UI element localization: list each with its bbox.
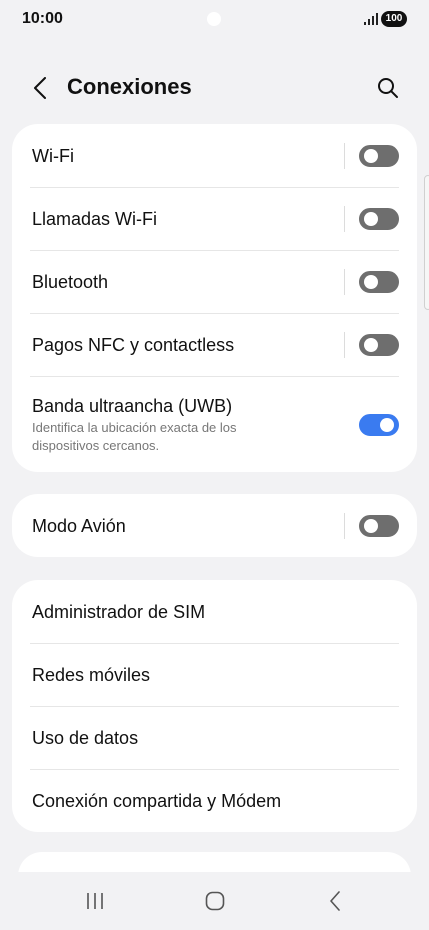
- home-button[interactable]: [195, 886, 235, 916]
- row-label: Conexión compartida y Módem: [32, 791, 282, 811]
- recents-button[interactable]: [75, 886, 115, 916]
- search-button[interactable]: [374, 74, 402, 102]
- divider: [344, 269, 345, 295]
- divider: [344, 512, 345, 539]
- nav-back-button[interactable]: [315, 886, 355, 916]
- back-button[interactable]: [26, 74, 54, 102]
- hotspot-tethering-row[interactable]: Conexión compartida y Módem: [30, 769, 399, 832]
- status-time: 10:00: [22, 10, 63, 27]
- navigation-bar: [0, 872, 429, 930]
- row-label: Pagos NFC y contactless: [32, 335, 235, 355]
- row-label: Uso de datos: [32, 728, 139, 748]
- wireless-settings-card: Wi-Fi Llamadas Wi-Fi Bluetooth Pagos NFC…: [12, 124, 417, 472]
- search-icon: [378, 78, 398, 98]
- row-label: Banda ultraancha (UWB): [32, 395, 233, 416]
- wifi-calling-row[interactable]: Llamadas Wi-Fi: [30, 187, 399, 250]
- divider: [344, 206, 345, 232]
- back-icon: [330, 891, 340, 911]
- row-label: Llamadas Wi-Fi: [32, 209, 158, 229]
- home-icon: [205, 891, 225, 911]
- status-bar: 10:00 100: [0, 0, 429, 40]
- airplane-mode-row[interactable]: Modo Avión: [30, 494, 399, 557]
- app-header: Conexiones: [0, 64, 429, 114]
- divider: [344, 332, 345, 358]
- nfc-row[interactable]: Pagos NFC y contactless: [30, 313, 399, 376]
- sim-manager-row[interactable]: Administrador de SIM: [30, 580, 399, 643]
- page-title: Conexiones: [67, 74, 192, 99]
- row-description: Identifica la ubicación exacta de los di…: [32, 419, 237, 453]
- wifi-row[interactable]: Wi-Fi: [30, 124, 399, 187]
- battery-level: 100: [381, 11, 407, 27]
- edge-panel-handle[interactable]: [424, 175, 429, 310]
- airplane-mode-card: Modo Avión: [12, 494, 417, 557]
- mobile-networks-row[interactable]: Redes móviles: [30, 643, 399, 706]
- recents-icon: [87, 893, 103, 909]
- row-label: Administrador de SIM: [32, 601, 206, 622]
- bluetooth-row[interactable]: Bluetooth: [30, 250, 399, 313]
- signal-bars-icon: [364, 13, 378, 25]
- airplane-mode-toggle[interactable]: [359, 514, 399, 537]
- chevron-left-icon: [34, 77, 46, 99]
- uwb-toggle[interactable]: [359, 413, 399, 436]
- row-label: Wi-Fi: [32, 145, 74, 166]
- data-usage-row[interactable]: Uso de datos: [30, 706, 399, 769]
- divider: [344, 142, 345, 169]
- bluetooth-toggle[interactable]: [359, 271, 399, 293]
- wifi-calling-toggle[interactable]: [359, 208, 399, 230]
- row-label: Bluetooth: [32, 272, 109, 292]
- network-settings-card: Administrador de SIM Redes móviles Uso d…: [12, 580, 417, 832]
- nfc-toggle[interactable]: [359, 334, 399, 356]
- uwb-row[interactable]: Banda ultraancha (UWB) Identifica la ubi…: [30, 376, 399, 472]
- row-label: Redes móviles: [32, 665, 151, 685]
- wifi-toggle[interactable]: [359, 144, 399, 167]
- camera-cutout: [207, 12, 221, 26]
- row-label: Modo Avión: [32, 515, 126, 536]
